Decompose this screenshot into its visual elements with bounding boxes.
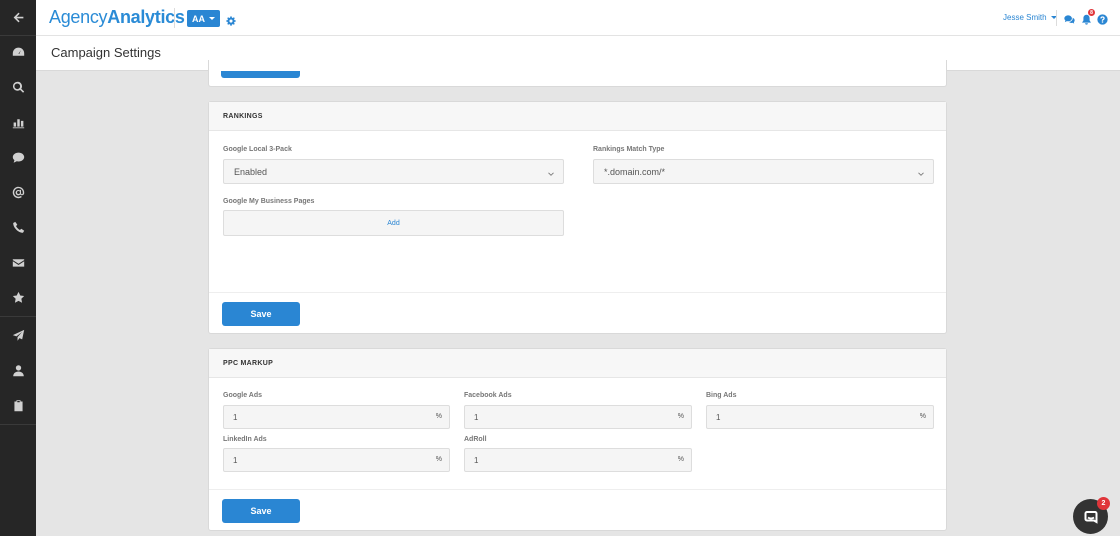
previous-save-button[interactable]: [221, 71, 300, 78]
user-name: Jesse Smith: [1003, 13, 1047, 22]
percent-unit: %: [435, 456, 442, 463]
phone-icon[interactable]: [0, 210, 36, 245]
messages-icon[interactable]: [1064, 12, 1075, 24]
percent-unit: %: [677, 456, 684, 463]
previous-settings-panel: [208, 60, 947, 87]
rankings-save-button[interactable]: Save: [222, 302, 300, 326]
agency-analytics-logo[interactable]: AgencyAnalytics: [49, 7, 185, 28]
match-type-label: Rankings Match Type: [593, 146, 665, 153]
header-divider: [1056, 10, 1057, 26]
google-ads-value: 1: [233, 412, 238, 422]
google-ads-input[interactable]: 1 %: [223, 405, 450, 429]
user-menu[interactable]: Jesse Smith: [1003, 13, 1057, 22]
clipboard-icon[interactable]: [0, 388, 36, 423]
match-type-value: *.domain.com/*: [604, 166, 666, 177]
comment-icon[interactable]: [0, 140, 36, 175]
match-type-select[interactable]: *.domain.com/*: [593, 159, 934, 184]
facebook-ads-label: Facebook Ads: [464, 392, 512, 399]
bing-ads-label: Bing Ads: [706, 392, 737, 399]
local-pack-value: Enabled: [234, 166, 268, 177]
gmb-add-label: Add: [387, 219, 400, 227]
chat-badge: 2: [1097, 497, 1110, 510]
rankings-footer: Save: [209, 292, 946, 334]
header-divider: [174, 8, 175, 28]
linkedin-ads-value: 1: [233, 455, 238, 465]
percent-unit: %: [435, 413, 442, 420]
local-pack-select[interactable]: Enabled: [223, 159, 564, 184]
back-arrow-icon[interactable]: [0, 0, 36, 35]
ppc-footer: Save: [209, 489, 946, 531]
account-switcher-button[interactable]: AA: [187, 10, 220, 27]
percent-unit: %: [919, 413, 926, 420]
bar-chart-icon[interactable]: [0, 105, 36, 140]
local-pack-label: Google Local 3-Pack: [223, 146, 292, 153]
page-title: Campaign Settings: [51, 45, 161, 60]
ppc-markup-heading: PPC MARKUP: [209, 349, 946, 378]
facebook-ads-value: 1: [474, 412, 479, 422]
paper-plane-icon[interactable]: [0, 318, 36, 353]
ppc-save-button[interactable]: Save: [222, 499, 300, 523]
linkedin-ads-label: LinkedIn Ads: [223, 436, 267, 443]
caret-down-icon: [209, 17, 215, 20]
search-icon[interactable]: [0, 70, 36, 105]
bing-ads-input[interactable]: 1 %: [706, 405, 934, 429]
ppc-markup-panel: PPC MARKUP Google Ads 1 % Facebook Ads 1…: [208, 348, 947, 531]
gmb-add-button[interactable]: Add: [223, 210, 564, 236]
at-sign-icon[interactable]: [0, 175, 36, 210]
top-bar: AgencyAnalytics AA Jesse Smith: [36, 0, 1120, 36]
percent-unit: %: [677, 413, 684, 420]
google-ads-label: Google Ads: [223, 392, 263, 399]
help-icon[interactable]: [1097, 12, 1108, 25]
rankings-heading: RANKINGS: [209, 102, 946, 131]
star-icon[interactable]: [0, 280, 36, 315]
dashboard-icon[interactable]: [0, 35, 36, 70]
notification-badge: 8: [1088, 9, 1095, 16]
rankings-panel: RANKINGS Google Local 3-Pack Enabled Ran…: [208, 101, 947, 334]
account-switcher-label: AA: [192, 13, 205, 24]
gmb-pages-label: Google My Business Pages: [223, 198, 315, 205]
chevron-down-icon: [548, 169, 554, 176]
adroll-value: 1: [474, 455, 479, 465]
facebook-ads-input[interactable]: 1 %: [464, 405, 692, 429]
linkedin-ads-input[interactable]: 1 %: [223, 448, 450, 472]
user-icon[interactable]: [0, 353, 36, 388]
chat-icon: [1084, 510, 1097, 524]
envelope-icon[interactable]: [0, 245, 36, 280]
chevron-down-icon: [918, 169, 924, 176]
sidebar: [0, 0, 36, 536]
bing-ads-value: 1: [716, 412, 721, 422]
gear-icon[interactable]: [226, 13, 236, 26]
adroll-label: AdRoll: [464, 436, 487, 443]
adroll-input[interactable]: 1 %: [464, 448, 692, 472]
